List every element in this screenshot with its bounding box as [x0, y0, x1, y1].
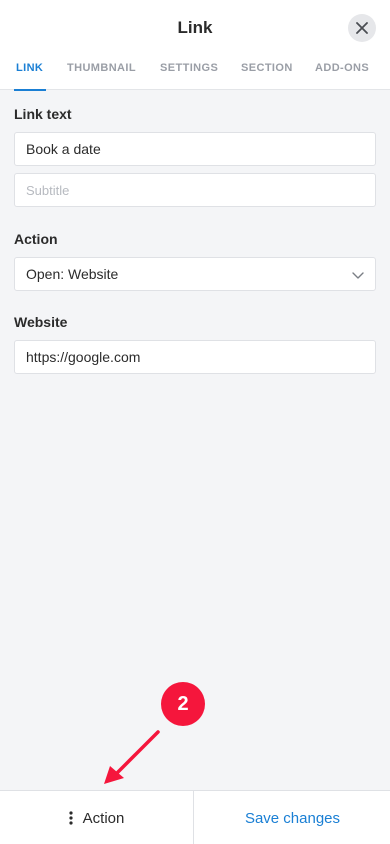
subtitle-placeholder: Subtitle — [26, 182, 70, 198]
action-select[interactable]: Open: Website — [14, 257, 376, 291]
action-menu-button[interactable]: Action — [0, 791, 194, 844]
annotation-arrow-icon — [104, 730, 160, 784]
website-value: https://google.com — [26, 349, 141, 365]
more-vertical-icon — [69, 811, 73, 825]
link-text-input[interactable]: Book a date — [14, 132, 376, 166]
step-badge: 2 — [161, 682, 205, 726]
tab-thumbnail[interactable]: THUMBNAIL — [67, 62, 136, 74]
action-menu-label: Action — [82, 809, 125, 827]
panel-footer: Action Save changes — [0, 790, 390, 844]
website-input[interactable]: https://google.com — [14, 340, 376, 374]
panel-title: Link — [177, 18, 213, 37]
panel-header: Link LINK THUMBNAIL SETTINGS SECTION ADD… — [0, 0, 390, 91]
action-label: Action — [14, 231, 58, 247]
tab-add-ons[interactable]: ADD-ONS — [315, 62, 369, 74]
link-text-label: Link text — [14, 106, 72, 122]
tab-section[interactable]: SECTION — [241, 62, 293, 74]
active-tab-indicator — [14, 89, 46, 91]
link-text-value: Book a date — [26, 141, 101, 157]
chevron-down-icon — [352, 272, 364, 279]
save-changes-label: Save changes — [244, 809, 341, 827]
save-changes-button[interactable]: Save changes — [195, 791, 390, 844]
tab-settings[interactable]: SETTINGS — [160, 62, 218, 74]
website-label: Website — [14, 314, 68, 330]
tab-link[interactable]: LINK — [16, 62, 43, 74]
tab-bar: LINK THUMBNAIL SETTINGS SECTION ADD-ONS — [0, 56, 390, 91]
close-icon — [356, 22, 368, 34]
subtitle-input[interactable]: Subtitle — [14, 173, 376, 207]
action-select-value: Open: Website — [26, 266, 119, 282]
close-button[interactable] — [348, 14, 376, 42]
